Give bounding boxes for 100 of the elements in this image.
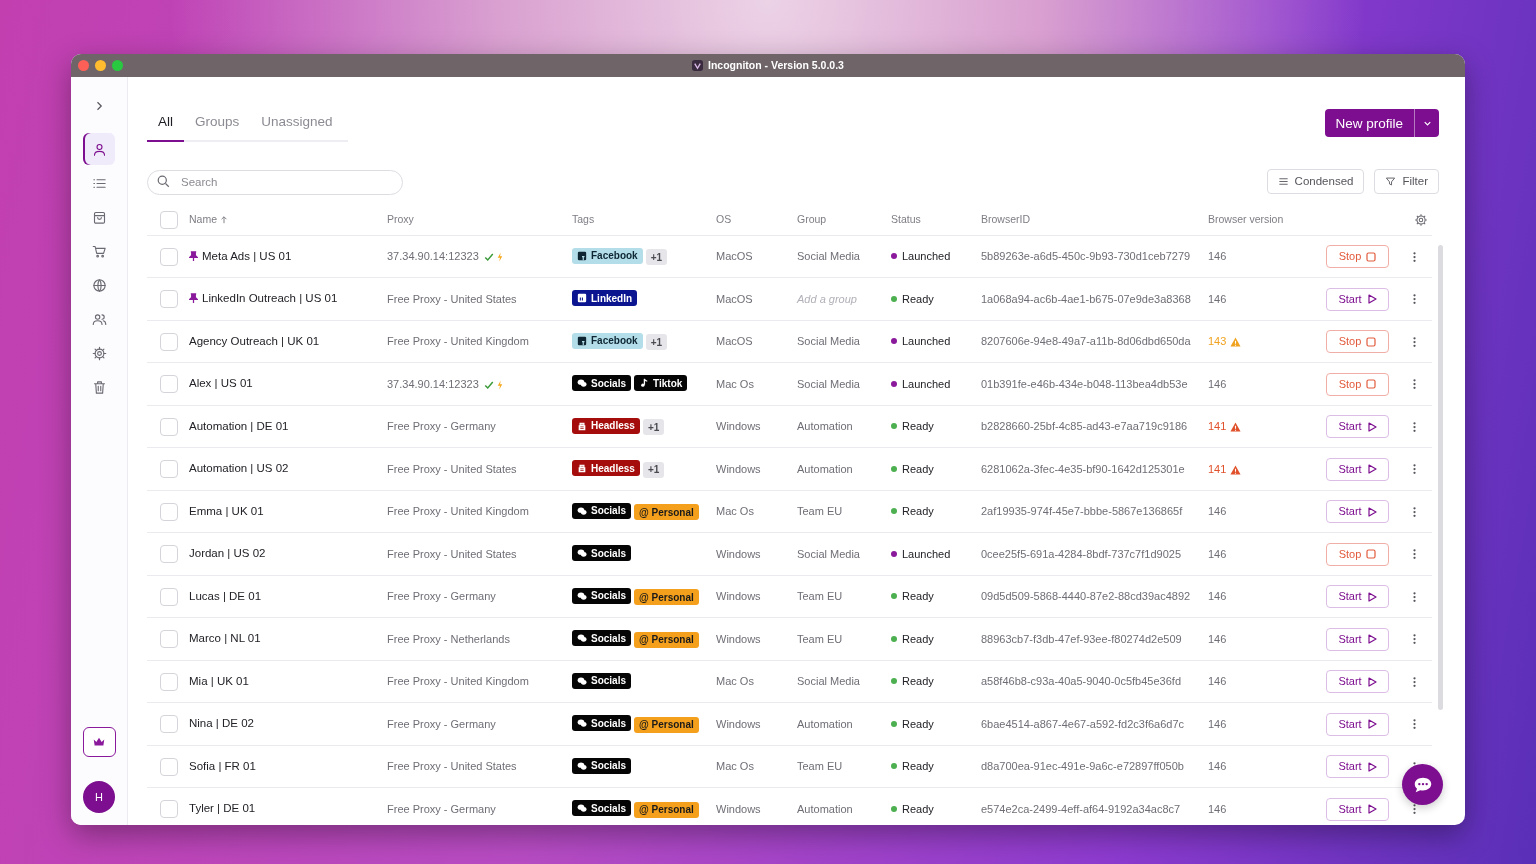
tag[interactable]: +1	[642, 419, 665, 436]
tag[interactable]: Facebook	[572, 332, 643, 349]
tag[interactable]: +1	[645, 249, 668, 266]
profile-name: Alex | US 01	[189, 377, 253, 390]
tag[interactable]: Socials	[572, 587, 632, 604]
column-header[interactable]: Group	[797, 213, 827, 226]
browser-id: d8a700ea-91ec-491e-9a6c-e72897ff050b	[975, 745, 1202, 788]
profile-name: LinkedIn Outreach | US 01	[202, 292, 338, 305]
os-text: Windows	[710, 575, 791, 618]
status-text: Launched	[902, 335, 951, 348]
tag[interactable]: @ Personal	[634, 716, 699, 733]
start-button[interactable]: Start	[1326, 457, 1389, 481]
profile-name: Automation | DE 01	[189, 419, 289, 432]
version-text: 146	[1208, 505, 1227, 518]
tag[interactable]: @ Personal	[634, 801, 699, 818]
browser-id: 09d5d509-5868-4440-87e2-88cd39ac4892	[975, 575, 1202, 618]
version-text: 146	[1208, 590, 1227, 603]
user-avatar[interactable]: H	[83, 781, 115, 813]
browser-id: 1a068a94-ac6b-4ae1-b675-07e9de3a8368	[975, 277, 1202, 321]
browser-id: 6bae4514-a867-4e67-a592-fd2c3f6a6d7c	[975, 702, 1202, 746]
version-text: 143	[1208, 335, 1227, 348]
group-text: Social Media	[791, 362, 885, 406]
start-button[interactable]: Start	[1326, 797, 1389, 821]
status-text: Ready	[902, 462, 934, 475]
status-text: Launched	[902, 547, 951, 560]
tag[interactable]: +1	[642, 461, 665, 478]
tag[interactable]: Tiktok	[634, 375, 688, 392]
tag[interactable]: Socials	[572, 715, 632, 732]
browser-id: 01b391fe-e46b-434e-b048-113bea4db53e	[975, 362, 1202, 406]
group-text: Team EU	[791, 745, 885, 788]
start-button[interactable]: Start	[1326, 755, 1389, 778]
tag[interactable]: Socials	[572, 545, 632, 562]
tag[interactable]: Socials	[572, 800, 632, 817]
new-profile-button[interactable]: New profile	[1325, 109, 1414, 137]
os-text: Mac Os	[710, 745, 791, 788]
os-text: Windows	[710, 702, 791, 746]
group-text: Team EU	[791, 490, 885, 533]
column-header[interactable]: BrowserID	[981, 213, 1030, 226]
tag[interactable]: Socials	[572, 630, 632, 647]
start-button[interactable]: Start	[1326, 627, 1389, 651]
column-header[interactable]: OS	[716, 213, 732, 226]
tab[interactable]: All	[147, 108, 184, 143]
version-text: 146	[1208, 250, 1227, 263]
stop-button[interactable]: Stop	[1326, 245, 1389, 268]
version-text: 146	[1208, 760, 1227, 773]
profile-name: Emma | UK 01	[189, 504, 264, 517]
tag[interactable]: Headless	[572, 417, 640, 434]
tab[interactable]: Groups	[184, 108, 251, 143]
start-button[interactable]: Start	[1326, 670, 1389, 693]
browser-id: 88963cb7-f3db-47ef-93ee-f80274d2e509	[975, 617, 1202, 661]
column-header[interactable]: Proxy	[387, 213, 414, 226]
os-text: Windows	[710, 787, 791, 825]
os-text: Windows	[710, 617, 791, 661]
tag[interactable]: Socials	[572, 672, 632, 689]
group-text: Social Media	[791, 320, 885, 363]
version-text: 141	[1208, 462, 1227, 475]
filter-button[interactable]: Filter	[1374, 169, 1439, 195]
tag[interactable]: @ Personal	[634, 504, 699, 521]
os-text: MacOS	[710, 235, 791, 278]
tag[interactable]: Socials	[572, 502, 632, 519]
column-header[interactable]: Tags	[572, 213, 595, 226]
profile-name: Meta Ads | US 01	[202, 249, 292, 262]
status-text: Ready	[902, 505, 934, 518]
tag[interactable]: @ Personal	[634, 589, 699, 606]
stop-button[interactable]: Stop	[1326, 542, 1389, 566]
tag[interactable]: +1	[645, 334, 668, 351]
version-text: 146	[1208, 632, 1227, 645]
column-header[interactable]: Name	[189, 213, 217, 226]
start-button[interactable]: Start	[1326, 585, 1389, 608]
version-text: 146	[1208, 377, 1227, 390]
column-header[interactable]: Status	[891, 213, 921, 226]
browser-id: b2828660-25bf-4c85-ad43-e7aa719c9186	[975, 405, 1202, 448]
condensed-button[interactable]: Condensed	[1266, 169, 1365, 195]
version-text: 146	[1208, 717, 1227, 730]
status-text: Ready	[902, 420, 934, 433]
tag[interactable]: @ Personal	[634, 631, 699, 648]
proxy-text: Free Proxy - Germany	[387, 717, 496, 730]
start-button[interactable]: Start	[1326, 287, 1389, 311]
stop-button[interactable]: Stop	[1326, 330, 1389, 353]
profile-name: Agency Outreach | UK 01	[189, 334, 320, 347]
tag[interactable]: Headless	[572, 460, 640, 477]
tag[interactable]: Socials	[572, 375, 632, 392]
os-text: Windows	[710, 405, 791, 448]
start-button[interactable]: Start	[1326, 500, 1389, 523]
version-text: 146	[1208, 292, 1227, 305]
group-text: Automation	[791, 405, 885, 448]
tag[interactable]: LinkedIn	[572, 290, 638, 307]
profile-name: Mia | UK 01	[189, 674, 249, 687]
status-text: Ready	[902, 632, 934, 645]
tag[interactable]: Socials	[572, 757, 632, 774]
tag[interactable]: Facebook	[572, 247, 643, 264]
group-text: Team EU	[791, 617, 885, 661]
start-button[interactable]: Start	[1326, 415, 1389, 438]
start-button[interactable]: Start	[1326, 712, 1389, 736]
version-text: 146	[1208, 675, 1227, 688]
search-field[interactable]: Search	[147, 169, 403, 195]
proxy-text: 37.34.90.14:12323	[387, 250, 479, 263]
stop-button[interactable]: Stop	[1326, 372, 1389, 396]
column-header[interactable]: Browser version	[1208, 213, 1284, 226]
tab[interactable]: Unassigned	[250, 108, 344, 143]
